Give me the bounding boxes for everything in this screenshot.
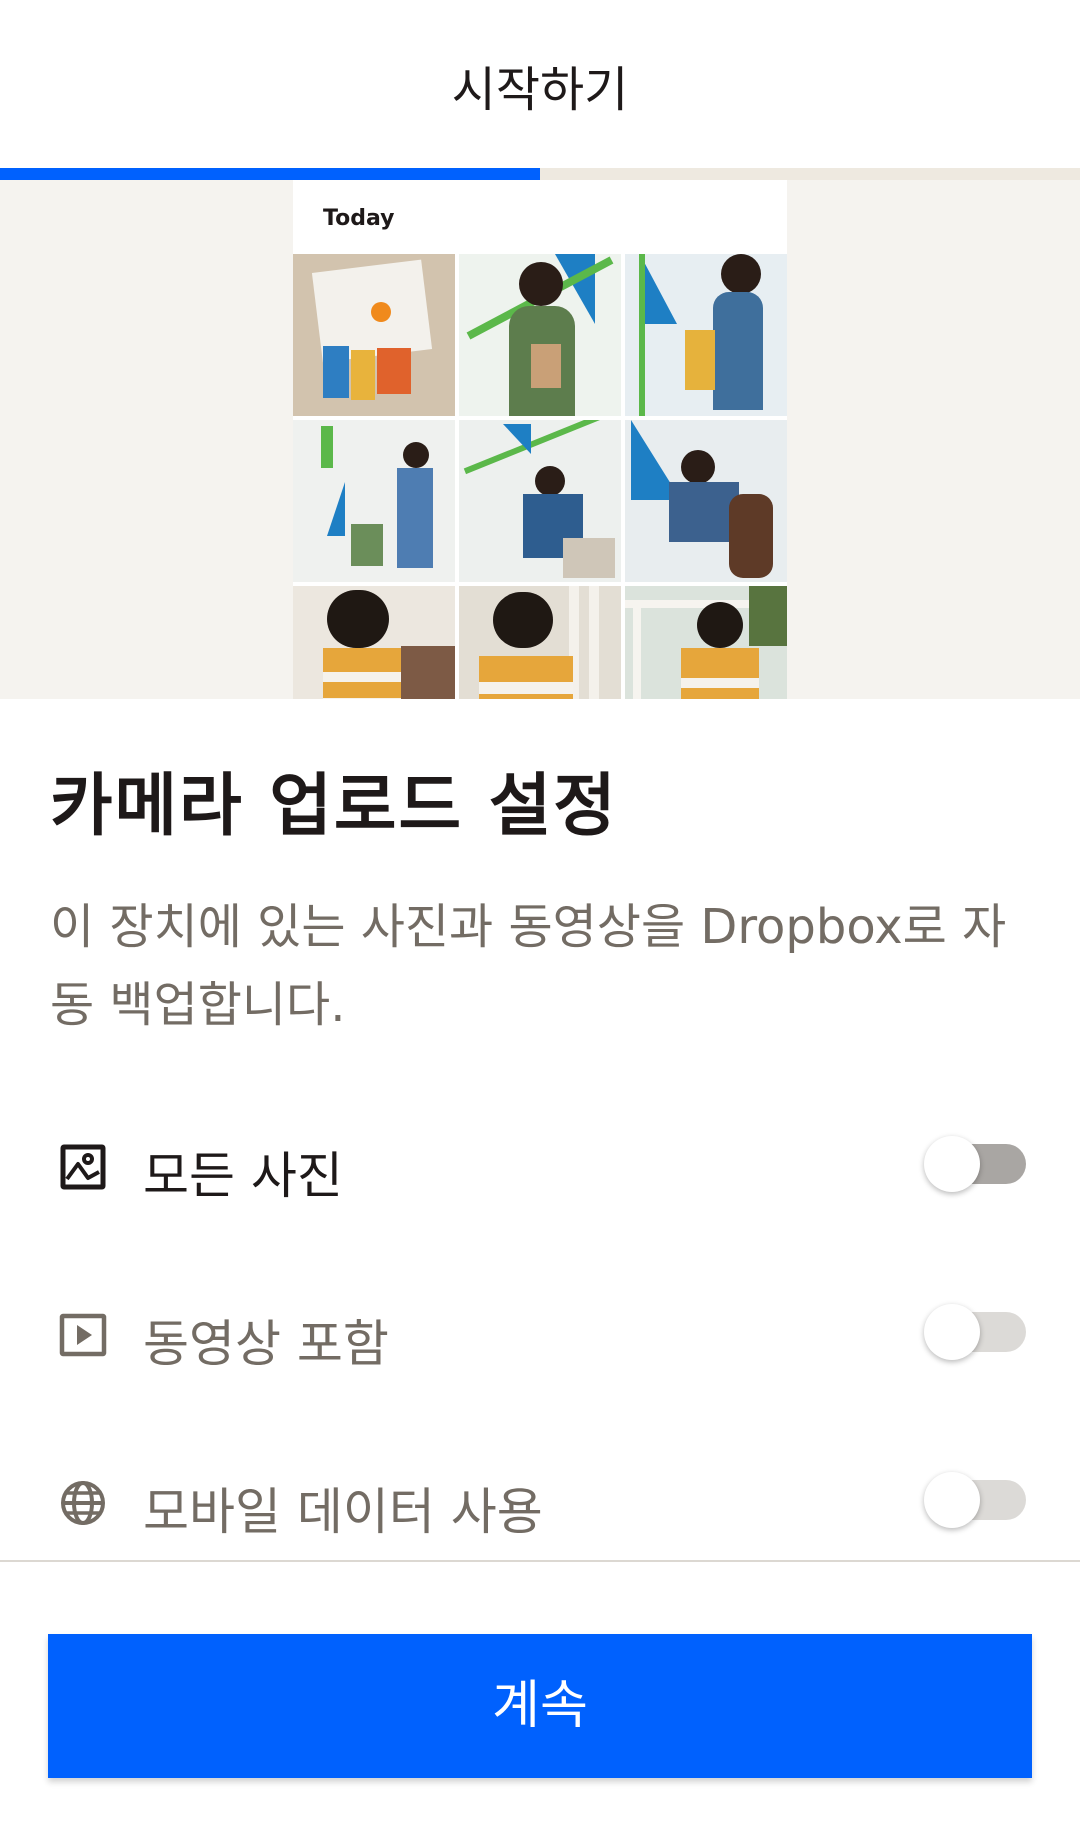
setting-all-photos[interactable]: 모든 사진: [0, 1114, 1080, 1214]
photo-thumbnail: [625, 420, 787, 582]
image-icon: [58, 1142, 108, 1192]
progress-fill: [0, 168, 540, 180]
toggle-knob: [924, 1472, 980, 1528]
photo-thumbnail: [459, 254, 621, 416]
top-app-bar: 시작하기: [0, 0, 1080, 168]
section-description: 이 장치에 있는 사진과 동영상을 Dropbox로 자동 백업합니다.: [50, 899, 1007, 1033]
toggle-knob: [924, 1136, 980, 1192]
setting-label: 모든 사진: [143, 1147, 343, 1205]
page-title: 시작하기: [451, 62, 629, 118]
photo-thumbnail: [459, 420, 621, 582]
setting-include-videos[interactable]: 동영상 포함: [0, 1282, 1080, 1382]
photo-thumbnail: [625, 586, 787, 699]
photo-gallery-preview: Today: [293, 180, 787, 699]
all-photos-toggle[interactable]: [924, 1136, 1026, 1192]
hero-illustration: Today: [0, 180, 1080, 699]
gallery-date-label: Today: [323, 206, 395, 231]
photo-thumbnail: [459, 586, 621, 699]
setting-mobile-data[interactable]: 모바일 데이터 사용: [0, 1450, 1080, 1550]
photo-thumbnail: [293, 420, 455, 582]
mobile-data-toggle[interactable]: [924, 1472, 1026, 1528]
photo-thumbnail: [625, 254, 787, 416]
photo-grid: [293, 254, 787, 699]
bottom-action-bar: 계속: [0, 1560, 1080, 1848]
section-title: 카메라 업로드 설정: [50, 767, 618, 846]
setting-label: 동영상 포함: [143, 1315, 389, 1373]
video-icon: [58, 1310, 108, 1360]
photo-thumbnail: [293, 254, 455, 416]
continue-button[interactable]: 계속: [48, 1634, 1032, 1778]
toggle-knob: [924, 1304, 980, 1360]
setting-label: 모바일 데이터 사용: [143, 1483, 543, 1541]
photo-thumbnail: [293, 586, 455, 699]
globe-icon: [58, 1478, 108, 1528]
include-videos-toggle[interactable]: [924, 1304, 1026, 1360]
onboarding-progress-bar: [0, 168, 1080, 180]
